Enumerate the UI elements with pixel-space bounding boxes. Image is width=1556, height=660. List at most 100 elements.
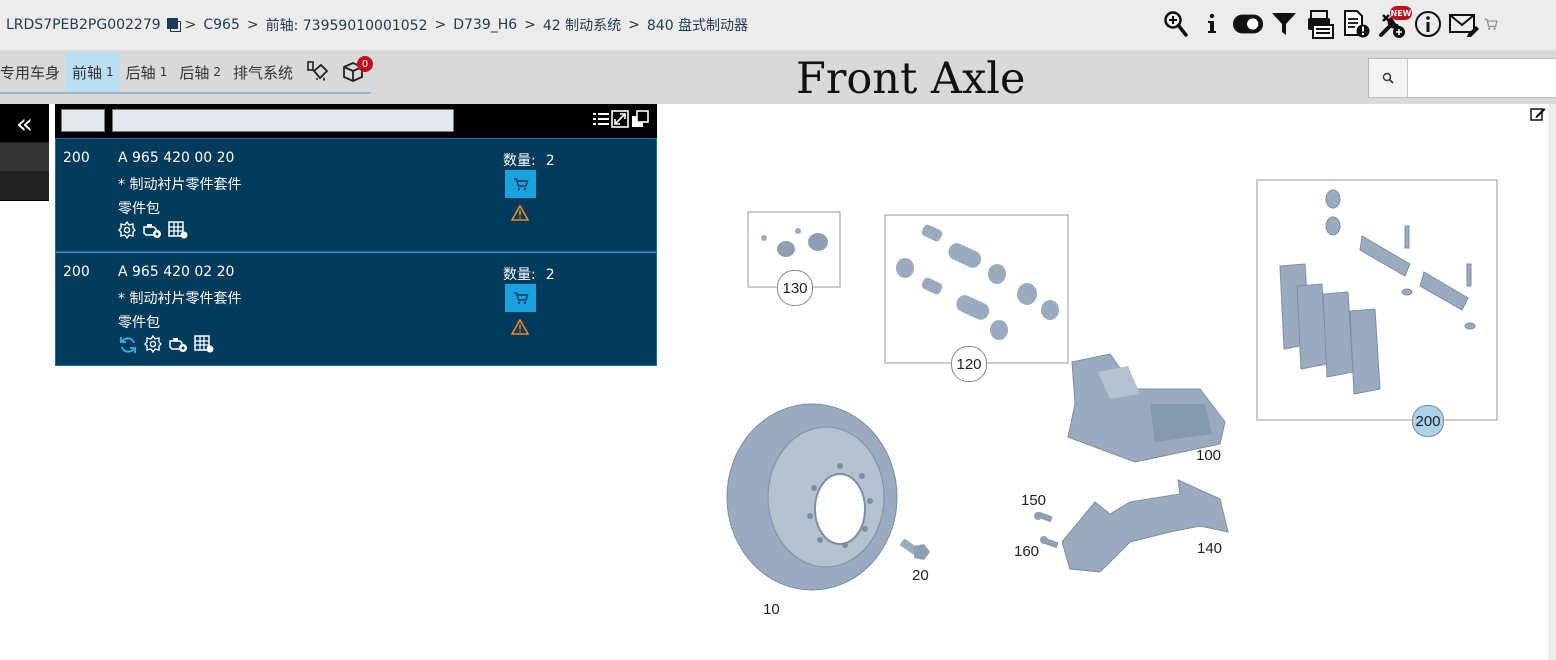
axle-tabs: 专用车身 前轴 1 后轴 1 后轴 2 排气系统 0 [0, 52, 373, 94]
expand-icon[interactable] [611, 110, 629, 128]
tab-label: 排气系统 [232, 63, 293, 82]
nav-item[interactable] [0, 171, 49, 200]
document-alert-icon[interactable] [1340, 8, 1372, 40]
part-description: * 制动衬片零件套件 [118, 177, 242, 193]
print-list-icon[interactable] [1304, 8, 1336, 40]
part-row[interactable]: 200 A 965 420 02 20 * 制动衬片零件套件 零件包 数量: 2 [55, 252, 657, 366]
tab-exhaust-system[interactable]: 排气系统 [227, 52, 299, 92]
quantity-label: 数量: [503, 267, 536, 283]
zoom-in-icon[interactable] [1160, 8, 1192, 40]
page-title: Front Axle [796, 54, 1026, 104]
part-type: 零件包 [118, 201, 160, 217]
search-icon [1382, 72, 1394, 84]
tab-count: 2 [213, 65, 221, 79]
callout-200[interactable]: 200 [1412, 405, 1444, 437]
panel-actions [593, 110, 649, 128]
callout-20[interactable]: 20 [912, 567, 929, 584]
left-nav: « [0, 104, 49, 201]
quantity: 数量: 2 [503, 150, 555, 170]
filter-icon[interactable] [1268, 8, 1300, 40]
tools-new-icon[interactable]: NEW [1376, 6, 1412, 40]
tab-front-axle-1[interactable]: 前轴 1 [66, 52, 120, 92]
cart-icon [513, 292, 529, 305]
search-button[interactable] [1369, 59, 1408, 97]
tab-bar: 专用车身 前轴 1 后轴 1 后轴 2 排气系统 0 Front Axle [0, 50, 1556, 104]
position-filter[interactable] [61, 109, 105, 132]
callout-150[interactable]: 150 [1021, 492, 1046, 509]
part-description: * 制动衬片零件套件 [118, 291, 242, 307]
callout-130[interactable]: 130 [777, 270, 813, 306]
engine-icon[interactable] [142, 221, 162, 239]
tab-label: 后轴 [125, 63, 156, 82]
popout-icon[interactable] [631, 110, 649, 128]
breadcrumb-item-variant[interactable]: D739_H6 [453, 17, 517, 33]
quantity-value: 2 [545, 153, 555, 169]
table-icon[interactable] [194, 335, 214, 353]
refresh-icon[interactable] [118, 335, 138, 355]
tab-label: 专用车身 [0, 63, 61, 82]
callout-10[interactable]: 10 [763, 601, 780, 618]
cart-icon [513, 178, 529, 191]
tab-count: 1 [106, 65, 114, 79]
breadcrumb-separator: > [524, 17, 536, 33]
exploded-diagram: 130 120 200 100 150 160 140 20 10 [700, 104, 1546, 660]
package-cart-icon[interactable]: 0 [335, 52, 373, 92]
callout-140[interactable]: 140 [1197, 540, 1222, 557]
warning-icon[interactable] [511, 205, 529, 221]
right-scroll-strip[interactable] [1548, 104, 1556, 660]
list-view-icon[interactable] [593, 110, 609, 128]
tab-label: 后轴 [179, 63, 210, 82]
copy-icon[interactable] [166, 17, 178, 29]
breadcrumb-separator: > [184, 17, 197, 33]
breadcrumb-item-axle[interactable]: 前轴: 73959010001052 [266, 15, 428, 35]
warning-icon[interactable] [511, 319, 529, 335]
breadcrumb-vin[interactable]: LRDS7PEB2PG002279 [6, 17, 161, 33]
part-filter[interactable] [112, 109, 454, 132]
breadcrumb-item-model[interactable]: C965 [203, 17, 240, 33]
quantity-value: 2 [545, 267, 555, 283]
breadcrumb: LRDS7PEB2PG002279 > C965 > 前轴: 739590100… [6, 15, 748, 35]
breadcrumb-item-subgroup[interactable]: 840 盘式制动器 [647, 15, 748, 35]
part-icons [118, 221, 188, 239]
cart-icon[interactable] [1484, 8, 1498, 40]
parts-header [55, 104, 657, 138]
tab-rear-axle-2[interactable]: 后轴 2 [173, 52, 227, 92]
breadcrumb-item-group[interactable]: 42 制动系统 [543, 15, 621, 35]
tab-label: 前轴 [72, 63, 103, 82]
edit-icon[interactable] [1530, 106, 1546, 122]
parts-panel: 200 A 965 420 00 20 * 制动衬片零件套件 零件包 数量: 2 … [55, 104, 657, 367]
toolbar: NEW [1160, 6, 1502, 40]
part-row[interactable]: 200 A 965 420 00 20 * 制动衬片零件套件 零件包 数量: 2 [55, 138, 657, 252]
part-icons [118, 335, 214, 355]
part-number[interactable]: A 965 420 02 20 [118, 264, 234, 280]
search-box [1368, 58, 1556, 98]
callout-120[interactable]: 120 [951, 346, 987, 382]
new-badge: NEW [1390, 6, 1412, 20]
part-number[interactable]: A 965 420 00 20 [118, 150, 234, 166]
callout-100[interactable]: 100 [1196, 447, 1221, 464]
mail-edit-icon[interactable] [1448, 8, 1480, 40]
add-to-cart-button[interactable] [505, 170, 536, 198]
add-to-cart-button[interactable] [505, 284, 536, 312]
toggle-icon[interactable] [1232, 8, 1264, 40]
engine-icon[interactable] [168, 335, 188, 353]
gear-info-icon[interactable] [118, 221, 136, 239]
tab-rear-axle-1[interactable]: 后轴 1 [120, 52, 174, 92]
nav-item[interactable] [0, 142, 49, 171]
breadcrumb-separator: > [628, 17, 640, 33]
cart-count-badge: 0 [357, 56, 373, 72]
paint-bucket-icon[interactable] [299, 52, 335, 92]
info-circle-icon[interactable] [1412, 8, 1444, 40]
callout-160[interactable]: 160 [1014, 543, 1039, 560]
table-icon[interactable] [168, 221, 188, 239]
search-input[interactable] [1411, 63, 1555, 93]
tab-special-body[interactable]: 专用车身 [0, 52, 66, 92]
info-icon[interactable] [1196, 8, 1228, 40]
quantity-label: 数量: [503, 153, 536, 169]
collapse-icon[interactable]: « [0, 104, 49, 142]
quantity: 数量: 2 [503, 264, 555, 284]
top-bar: LRDS7PEB2PG002279 > C965 > 前轴: 739590100… [0, 0, 1556, 50]
part-position: 200 [63, 264, 90, 280]
gear-info-icon[interactable] [144, 335, 162, 353]
part-type: 零件包 [118, 315, 160, 331]
